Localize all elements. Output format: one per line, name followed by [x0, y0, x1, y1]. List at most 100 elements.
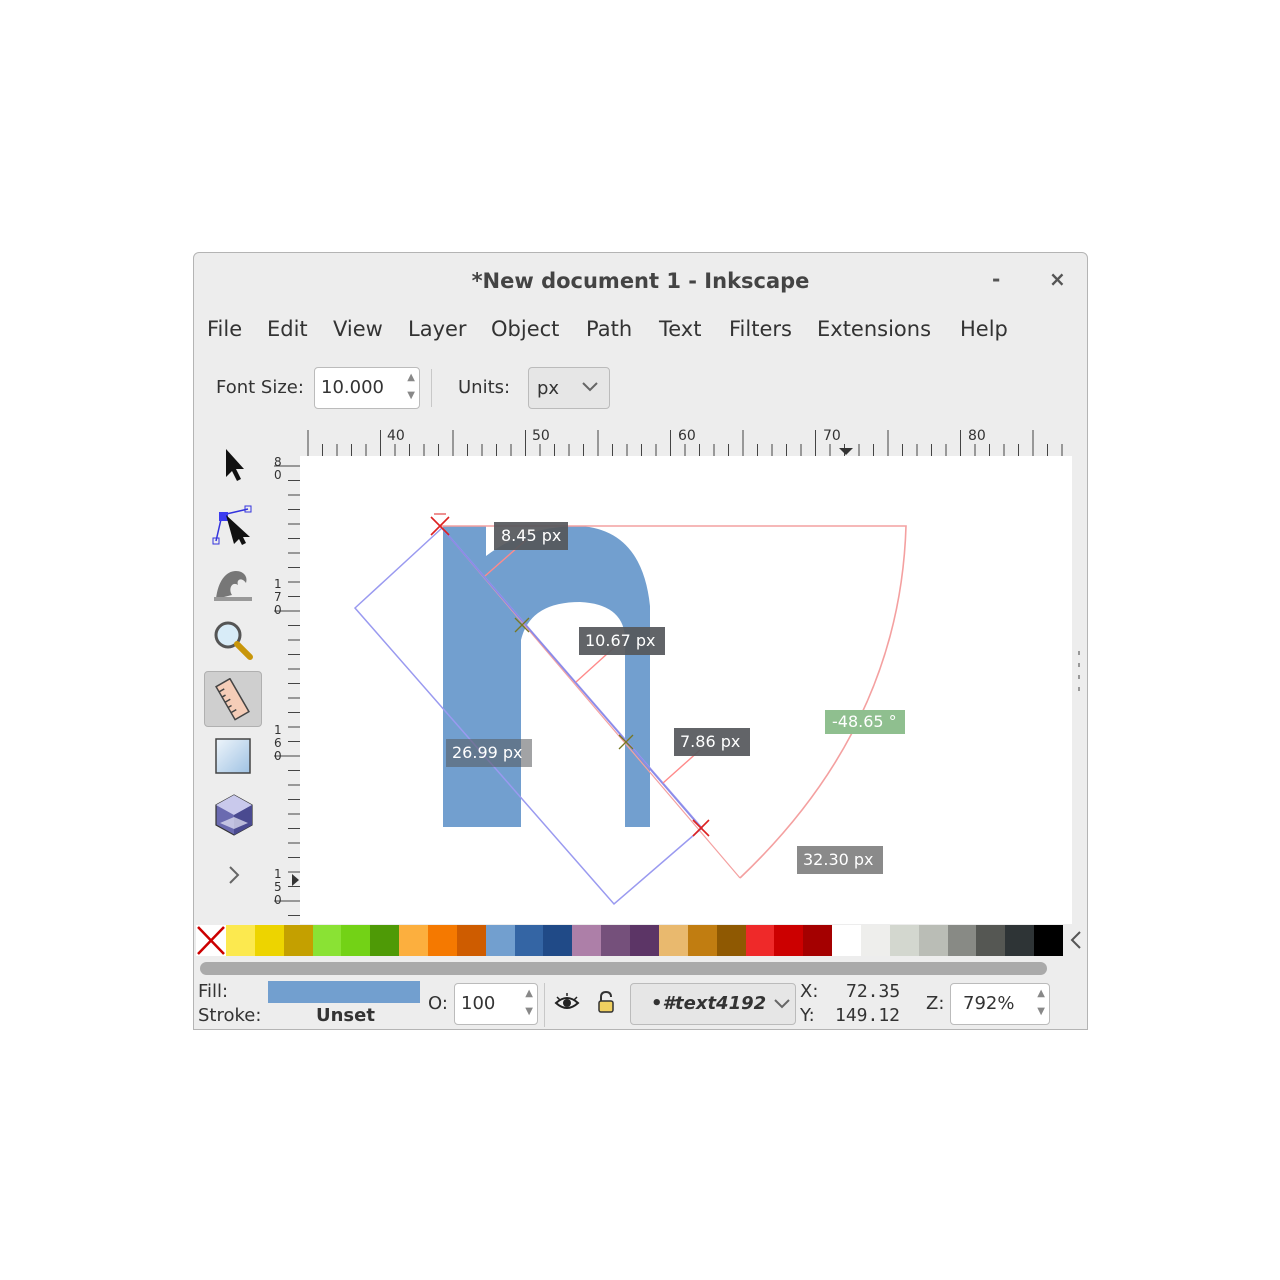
zoom-tool[interactable]	[204, 613, 260, 667]
chevron-down-icon	[582, 382, 598, 392]
palette-swatch[interactable]	[774, 925, 804, 956]
chevron-down-icon	[774, 999, 790, 1009]
spin-down-icon[interactable]: ▼	[407, 390, 415, 401]
palette-swatch[interactable]	[456, 925, 487, 956]
palette-swatch[interactable]	[976, 925, 1006, 956]
palette-swatch[interactable]	[658, 925, 689, 956]
menu-path[interactable]: Path	[586, 317, 632, 341]
palette-swatch[interactable]	[370, 925, 400, 956]
ruler-label-60: 60	[678, 428, 696, 444]
spin-up-icon[interactable]: ▲	[1037, 988, 1045, 999]
palette-swatch[interactable]	[832, 925, 862, 956]
zoom-spinbox[interactable]: 792% ▲ ▼	[950, 983, 1050, 1025]
menu-layer[interactable]: Layer	[408, 317, 467, 341]
palette-swatch[interactable]	[860, 925, 891, 956]
measure-label-angle: -48.65 °	[832, 712, 897, 731]
palette-swatch[interactable]	[803, 925, 833, 956]
ruler-label-150: 150	[274, 867, 282, 907]
ruler-label-50: 50	[532, 428, 550, 444]
palette-swatch[interactable]	[601, 925, 631, 956]
chevron-left-icon[interactable]	[1068, 929, 1084, 951]
menu-file[interactable]: File	[207, 317, 242, 341]
palette-swatch[interactable]	[399, 925, 429, 956]
y-label: Y:	[800, 1005, 815, 1026]
font-size-label: Font Size:	[216, 377, 304, 398]
arrow-cursor-icon	[226, 449, 244, 481]
palette-swatch[interactable]	[341, 925, 371, 956]
menu-help[interactable]: Help	[960, 317, 1008, 341]
spin-down-icon[interactable]: ▼	[525, 1006, 533, 1017]
node-tool[interactable]	[204, 497, 260, 551]
status-separator	[544, 983, 545, 1027]
fill-label: Fill:	[198, 981, 229, 1002]
measure-tool[interactable]	[204, 671, 262, 727]
drawing-canvas[interactable]: 8.45 px 10.67 px 7.86 px 26.99 px -48.65…	[300, 456, 1072, 924]
palette-swatch[interactable]	[543, 925, 573, 956]
menu-text[interactable]: Text	[659, 317, 701, 341]
selector-tool[interactable]	[204, 439, 260, 493]
lock-icon[interactable]	[596, 991, 616, 1015]
palette-swatch[interactable]	[254, 925, 285, 956]
cursor-position-marker	[839, 448, 853, 455]
measure-label-total: 26.99 px	[452, 743, 523, 762]
stroke-value[interactable]: Unset	[316, 1005, 375, 1026]
palette-swatch[interactable]	[572, 925, 602, 956]
layer-object-selector[interactable]: •#text4192	[630, 983, 796, 1025]
palette-swatch[interactable]	[889, 925, 920, 956]
ruler-label-80: 80	[968, 428, 986, 444]
vertical-scrollbar[interactable]	[1074, 456, 1084, 924]
more-tools[interactable]	[204, 845, 260, 899]
font-size-spinbox[interactable]: 10.000 ▲ ▼	[314, 367, 420, 409]
font-size-value: 10.000	[321, 377, 384, 398]
opacity-spinbox[interactable]: 100 ▲ ▼	[454, 983, 538, 1025]
no-paint-x-icon	[197, 926, 225, 955]
y-coordinate: 149.12	[835, 1005, 901, 1026]
spin-up-icon[interactable]: ▲	[407, 372, 415, 383]
palette-swatch[interactable]	[687, 925, 718, 956]
eye-visibility-icon[interactable]	[554, 993, 580, 1013]
palette-swatch[interactable]	[1034, 925, 1064, 956]
palette-swatch[interactable]	[1005, 925, 1035, 956]
palette-swatch[interactable]	[312, 925, 342, 956]
palette-swatch[interactable]	[514, 925, 544, 956]
palette-swatch[interactable]	[745, 925, 775, 956]
rectangle-tool[interactable]	[204, 729, 260, 783]
palette-swatch[interactable]	[226, 925, 256, 956]
fill-color-indicator[interactable]	[268, 981, 420, 1003]
menu-extensions[interactable]: Extensions	[817, 317, 931, 341]
cursor-position-marker	[292, 874, 299, 886]
close-button[interactable]: ×	[1049, 267, 1066, 291]
toolbar-separator	[431, 369, 432, 407]
menu-bar: File Edit View Layer Object Path Text Fi…	[194, 313, 1087, 349]
menu-filters[interactable]: Filters	[729, 317, 792, 341]
minimize-button[interactable]: -	[992, 267, 1000, 291]
3d-box-tool[interactable]	[204, 787, 260, 841]
horizontal-ruler[interactable]: 40 50 60 70 80	[300, 428, 1072, 456]
palette-swatch[interactable]	[716, 925, 746, 956]
palette-swatch[interactable]	[918, 925, 949, 956]
vertical-ruler[interactable]: 80 170 160 150	[272, 456, 300, 924]
tweak-wave-icon	[214, 571, 252, 601]
palette-swatch[interactable]	[283, 925, 314, 956]
ruler-label-180: 80	[274, 455, 282, 482]
palette-swatch[interactable]	[947, 925, 977, 956]
menu-edit[interactable]: Edit	[267, 317, 308, 341]
horizontal-scrollbar[interactable]	[200, 962, 1047, 975]
text-glyph-n[interactable]	[443, 526, 650, 827]
spin-down-icon[interactable]: ▼	[1037, 1006, 1045, 1017]
zoom-label: Z:	[926, 993, 945, 1014]
ruler-label-160: 160	[274, 723, 282, 763]
palette-swatch[interactable]	[428, 925, 458, 956]
menu-object[interactable]: Object	[491, 317, 559, 341]
palette-swatch[interactable]	[630, 925, 660, 956]
menu-view[interactable]: View	[333, 317, 383, 341]
canvas-drawing	[353, 513, 907, 906]
palette-swatch[interactable]	[485, 925, 516, 956]
spin-up-icon[interactable]: ▲	[525, 988, 533, 999]
units-label: Units:	[458, 377, 511, 398]
measure-label-length: 32.30 px	[803, 850, 874, 869]
no-paint-swatch[interactable]	[196, 925, 226, 956]
units-select[interactable]: px	[528, 367, 610, 409]
tweak-tool[interactable]	[204, 555, 260, 609]
ruler-icon	[215, 678, 250, 721]
